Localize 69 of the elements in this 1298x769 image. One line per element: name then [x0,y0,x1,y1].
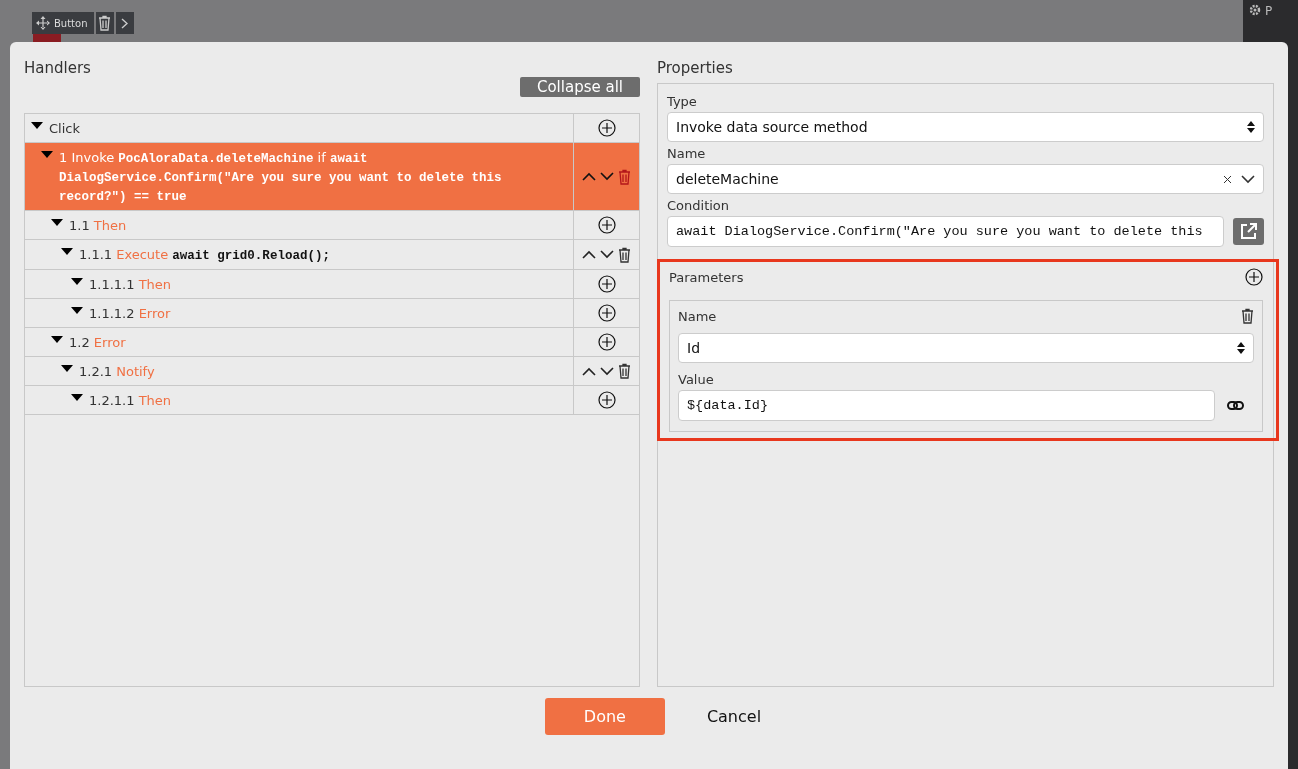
name-select[interactable]: deleteMachine [667,164,1264,194]
handler-row[interactable]: 1.1.1 Execute await grid0.Reload(); [25,240,639,270]
properties-title: Properties [657,58,734,78]
cancel-button[interactable]: Cancel [704,698,764,735]
handler-text: 1.2.1.1 Then [89,392,173,409]
chevron-up-icon[interactable] [582,172,596,181]
handler-text: 1.1.1.2 Error [89,305,172,322]
external-link-icon [1240,223,1257,240]
clear-icon[interactable] [1224,175,1231,183]
panel-title: P [1265,4,1273,18]
chevron-down-icon[interactable] [600,172,614,181]
delete-icon[interactable] [618,246,631,263]
handler-row[interactable]: 1.2.1.1 Then [25,386,639,415]
handlers-title: Handlers [24,58,92,78]
handler-row[interactable]: 1.1.1.2 Error [25,299,639,328]
collapse-all-button[interactable]: Collapse all [520,77,640,97]
chevron-up-icon[interactable] [582,366,596,376]
expand-triangle-icon[interactable] [71,394,83,401]
link-icon[interactable] [1227,401,1244,410]
handler-text: 1.1.1.1 Then [89,276,173,293]
chevron-down-icon[interactable] [600,366,614,376]
delete-icon[interactable] [618,363,631,379]
expand-triangle-icon[interactable] [61,248,73,255]
handler-text: 1 Invoke PocAloraData.deleteMachine if await DialogService.Confirm("Are you sure you want to delete this record?") == true [59,149,503,206]
add-icon[interactable] [597,304,616,322]
handler-row[interactable]: 1.1.1.1 Then [25,270,639,299]
add-icon[interactable] [597,391,616,409]
parameter-value-field[interactable]: ${data.Id} [678,390,1215,421]
chevron-down-icon[interactable] [1241,174,1255,184]
component-toolbar[interactable]: Button [32,12,94,34]
handler-text: 1.1 Then [69,217,128,234]
expand-triangle-icon[interactable] [51,336,63,343]
handler-text: Click [49,120,81,137]
parameters-title: Parameters [669,269,744,285]
add-icon[interactable] [597,333,616,351]
expand-triangle-icon[interactable] [51,219,63,226]
field-label: Condition [667,198,731,213]
add-icon[interactable] [1245,268,1263,286]
delete-icon[interactable] [1241,308,1254,324]
expand-triangle-icon[interactable] [71,278,83,285]
condition-field[interactable]: await DialogService.Confirm("Are you sure you want to delete this [667,216,1224,247]
handler-text: 1.2.1 Notify [79,363,156,380]
handler-text: 1.1.1 Execute await grid0.Reload(); [79,246,331,265]
select-arrows-icon [1237,341,1245,355]
gear-icon [1249,4,1261,16]
field-label: Name [667,146,707,161]
expand-triangle-icon[interactable] [41,151,53,158]
open-editor-button[interactable] [1233,218,1264,245]
add-icon[interactable] [597,216,616,234]
expand-triangle-icon[interactable] [31,122,43,129]
expand-triangle-icon[interactable] [71,307,83,314]
chevron-down-icon[interactable] [600,250,614,259]
move-icon [36,16,50,30]
expand-triangle-icon[interactable] [61,365,73,372]
chevron-right-icon [121,17,128,29]
handler-row[interactable]: 1.1 Then [25,211,639,240]
handler-row[interactable]: 1.2 Error [25,328,639,357]
handler-row[interactable]: 1.2.1 Notify [25,357,639,386]
chevron-up-icon[interactable] [582,250,596,259]
select-arrows-icon [1247,120,1255,134]
add-icon[interactable] [597,275,616,293]
parameter-name-select[interactable]: Id [678,333,1254,363]
field-label: Name [678,309,717,324]
field-label: Type [667,94,698,109]
next-button[interactable] [115,12,134,34]
type-select[interactable]: Invoke data source method [667,112,1264,142]
add-icon[interactable] [597,119,616,137]
handler-text: 1.2 Error [69,334,127,351]
field-label: Value [678,372,715,387]
